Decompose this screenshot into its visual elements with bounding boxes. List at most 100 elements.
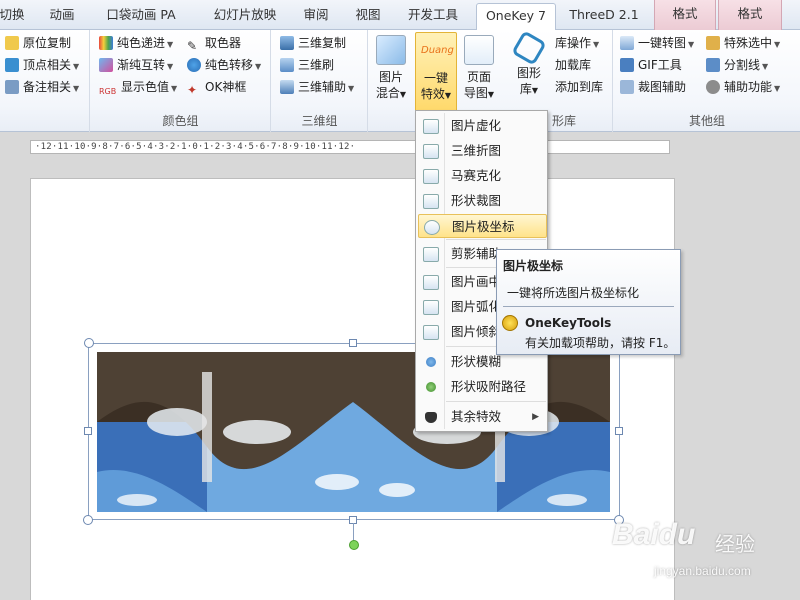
picture-blend-icon <box>376 35 406 65</box>
blur-icon <box>423 119 439 134</box>
menu-item-mosaic[interactable]: 马赛克化 <box>418 164 547 188</box>
silhouette-icon <box>423 247 439 262</box>
select-icon <box>706 36 720 50</box>
resize-handle-top-left[interactable] <box>84 338 94 348</box>
tooltip-separator <box>503 306 674 307</box>
tab-label: ThreeD 2.1 <box>569 7 639 22</box>
button-label-line2: 导图 <box>463 86 488 100</box>
button-label-line2: 特效 <box>420 87 445 101</box>
polar-icon <box>424 220 440 235</box>
tab-animations[interactable]: 动画 <box>40 3 84 30</box>
tab-review[interactable]: 审阅 <box>298 3 334 30</box>
resize-handle-bottom-left[interactable] <box>83 515 93 525</box>
button-label: OK神框 <box>205 80 247 94</box>
in-place-copy-button[interactable]: 原位复制 <box>5 33 71 53</box>
watermark-brand: Baidu <box>612 518 696 551</box>
watermark-brand-cn: 经验 <box>715 534 755 556</box>
eyedropper-icon: ✎ <box>187 39 198 53</box>
menu-item-shape-snap-path[interactable]: 形状吸附路径 <box>418 375 547 399</box>
special-select-button[interactable]: 特殊选中 ▼ <box>706 33 780 53</box>
rotation-handle[interactable] <box>349 540 359 550</box>
page-export-button[interactable]: 页面 导图▼ <box>461 32 497 110</box>
button-label-line2: 混合 <box>375 86 400 100</box>
menu-item-3d-fold[interactable]: 三维折图 <box>418 139 547 163</box>
image-icon <box>620 36 634 50</box>
library-ops-button[interactable]: 库操作 ▼ <box>555 33 599 53</box>
gradient-convert-button[interactable]: 渐纯互转 ▼ <box>99 55 173 75</box>
button-label: 辅助功能 <box>724 80 773 94</box>
load-library-button[interactable]: 加载库 <box>555 55 591 75</box>
resize-handle-left[interactable] <box>84 427 92 435</box>
tab-view[interactable]: 视图 <box>350 3 386 30</box>
button-label-line1: 图片 <box>378 70 403 84</box>
resize-handle-top[interactable] <box>349 339 357 347</box>
button-label: 纯色递进 <box>117 36 166 50</box>
menu-item-label: 图片倾斜 <box>451 324 502 339</box>
3d-copy-button[interactable]: 三维复制 <box>280 33 346 53</box>
group-other: 一键转图 ▼ GIF工具 裁图辅助 特殊选中 ▼ 分割线 ▼ 辅助功能 ▼ 其他组 <box>614 30 800 132</box>
horizontal-ruler[interactable]: ·12·11·10·9·8·7·6·5·4·3·2·1·0·1·2·3·4·5·… <box>30 140 670 154</box>
tab-pocket-animation[interactable]: 口袋动画 PA <box>98 3 184 30</box>
tab-transitions[interactable]: 切换 <box>0 3 30 30</box>
crop-assist-button[interactable]: 裁图辅助 <box>620 77 686 97</box>
shape-blur-icon <box>426 357 436 367</box>
3d-brush-button[interactable]: 三维刷 <box>280 55 334 75</box>
assist-functions-button[interactable]: 辅助功能 ▼ <box>706 77 780 97</box>
picture-blend-button[interactable]: 图片 混合▼ <box>373 32 409 110</box>
tab-format-2[interactable]: 格式 <box>718 0 782 30</box>
baidu-watermark: Baidu 经验 jingyan.baidu.com <box>612 512 797 592</box>
chevron-down-icon: ▼ <box>348 84 355 93</box>
notes-button[interactable]: 备注相关 ▼ <box>5 77 79 97</box>
ok-frame-button[interactable]: ✦ OK神框 <box>187 77 246 97</box>
button-label: 一键转图 <box>638 36 687 50</box>
chevron-down-icon: ▼ <box>444 91 452 100</box>
button-label: 三维辅助 <box>298 80 347 94</box>
shape-crop-icon <box>423 194 439 209</box>
button-label-line1: 一键 <box>423 71 448 85</box>
shape-library-button[interactable]: 图形 库▼ <box>511 30 547 110</box>
3d-assist-button[interactable]: 三维辅助 ▼ <box>280 77 354 97</box>
vertex-button[interactable]: 顶点相关 ▼ <box>5 55 79 75</box>
resize-handle-right[interactable] <box>615 427 623 435</box>
button-label: 裁图辅助 <box>638 80 687 94</box>
menu-item-picture-blur[interactable]: 图片虚化 <box>418 114 547 138</box>
fold-icon <box>423 144 439 159</box>
color-transfer-button[interactable]: 纯色转移 ▼ <box>187 55 261 75</box>
show-color-button[interactable]: RGB 显示色值 ▼ <box>99 77 177 97</box>
tab-slideshow[interactable]: 幻灯片放映 <box>205 3 285 30</box>
chevron-down-icon: ▼ <box>171 84 178 93</box>
chevron-down-icon: ▼ <box>73 84 80 93</box>
hexagon-icon <box>511 30 547 66</box>
solid-gradient-button[interactable]: 纯色递进 ▼ <box>99 33 173 53</box>
tab-label: 开发工具 <box>407 7 458 22</box>
page-export-icon <box>464 35 494 65</box>
tab-onekey7[interactable]: OneKey 7 <box>476 3 556 31</box>
pip-icon <box>423 275 439 290</box>
chevron-down-icon: ▼ <box>167 62 174 71</box>
tab-format-1[interactable]: 格式 <box>654 0 716 30</box>
chevron-down-icon: ▼ <box>399 90 407 99</box>
divider-line-button[interactable]: 分割线 ▼ <box>706 55 768 75</box>
onekey-effect-button[interactable]: Duang 一键 特效▼ <box>415 32 457 112</box>
tab-label: 审阅 <box>303 7 329 22</box>
menu-item-shape-crop[interactable]: 形状裁图 <box>418 189 547 213</box>
rgb-icon: RGB <box>99 87 117 96</box>
menu-item-more-effects[interactable]: 其余特效 ▶ <box>418 405 547 429</box>
chevron-down-icon: ▼ <box>487 90 495 99</box>
add-to-library-button[interactable]: 添加到库 <box>555 77 603 97</box>
button-label: 三维复制 <box>298 36 347 50</box>
duang-icon: Duang <box>421 45 454 56</box>
menu-item-polar-coordinates[interactable]: 图片极坐标 <box>418 214 547 238</box>
tab-threed[interactable]: ThreeD 2.1 <box>566 3 642 30</box>
tab-developer[interactable]: 开发工具 <box>402 3 464 30</box>
palette-icon <box>99 36 113 50</box>
layers-icon <box>280 36 294 50</box>
transfer-icon <box>187 58 201 72</box>
tooltip-description: 一键将所选图片极坐标化 <box>507 286 640 300</box>
cube-icon <box>280 58 294 72</box>
gif-tool-button[interactable]: GIF工具 <box>620 55 682 75</box>
onekey-convert-button[interactable]: 一键转图 ▼ <box>620 33 694 53</box>
color-picker-button[interactable]: ✎ 取色器 <box>187 33 241 53</box>
chevron-down-icon: ▼ <box>167 40 174 49</box>
watermark-url: jingyan.baidu.com <box>654 564 751 578</box>
